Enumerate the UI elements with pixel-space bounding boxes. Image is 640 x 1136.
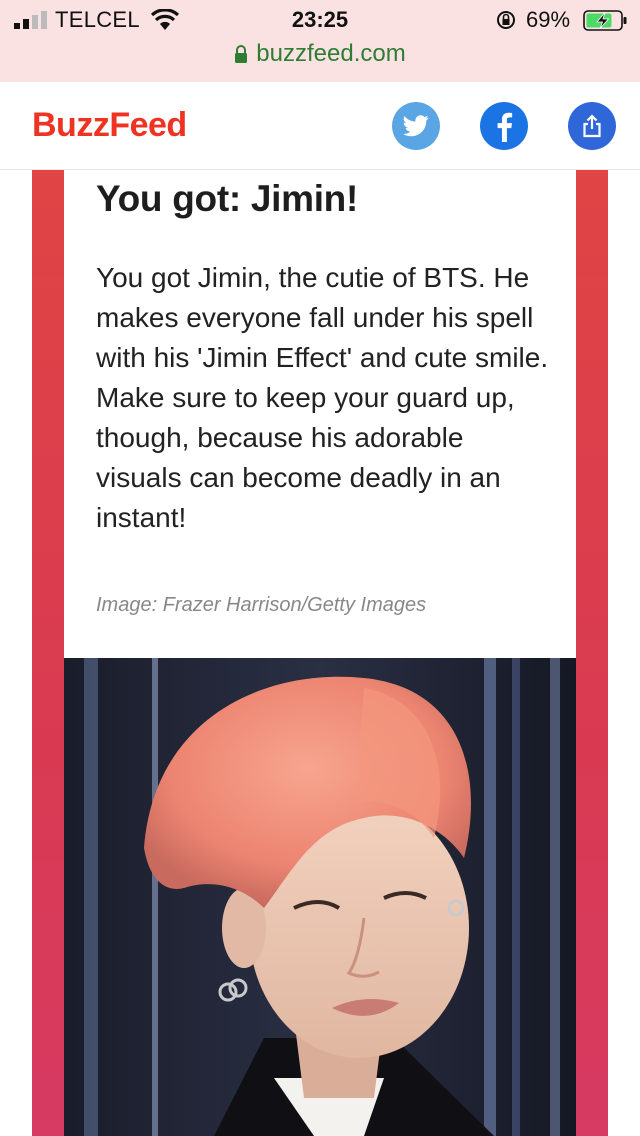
site-header: BuzzFeed [0,82,640,170]
browser-top: TELCEL 23:25 69% buzzfeed.com [0,0,640,82]
url-text: buzzfeed.com [256,40,406,67]
result-description: You got Jimin, the cutie of BTS. He make… [96,262,549,533]
result-title: You got: Jimin! [96,178,358,219]
twitter-share-button[interactable] [392,102,440,150]
battery-charging-icon [583,10,627,31]
lock-icon [235,45,248,63]
buzzfeed-logo[interactable]: BuzzFeed [32,106,187,145]
facebook-icon [497,112,513,142]
image-credit: Image: Frazer Harrison/Getty Images [96,594,427,616]
url-bar[interactable]: buzzfeed.com [0,40,640,72]
battery-percent: 69% [526,7,571,32]
result-photo [64,658,576,1136]
twitter-icon [403,115,429,137]
portrait-image [64,658,576,1136]
share-button[interactable] [568,102,616,150]
facebook-share-button[interactable] [480,102,528,150]
status-bar: TELCEL 23:25 69% [0,0,640,40]
result-card: You got: Jimin! You got Jimin, the cutie… [64,170,576,658]
share-icon [583,114,601,138]
orientation-lock-icon [497,11,515,29]
